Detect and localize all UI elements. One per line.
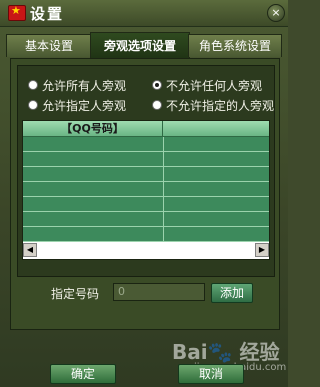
list-grid	[23, 121, 269, 242]
horizontal-scrollbar[interactable]: ◀ ▶	[23, 243, 269, 257]
specify-number-label: 指定号码	[51, 287, 100, 301]
tab-role-system-settings[interactable]: 角色系统设置	[188, 34, 282, 57]
title-bar[interactable]: 设置 ×	[0, 0, 288, 27]
specify-number-row: 指定号码 0 添加	[17, 281, 273, 305]
close-button[interactable]: ×	[267, 4, 285, 22]
option-disallow-specified[interactable]: 不允许指定的人旁观	[152, 96, 274, 114]
qq-number-input[interactable]: 0	[113, 283, 205, 301]
watermark-logo-text: Bai🐾 经验	[172, 340, 280, 364]
list-header: 【QQ号码】	[23, 121, 269, 137]
list-row[interactable]	[23, 167, 269, 182]
tab-bar: 基本设置 旁观选项设置 角色系统设置	[2, 32, 286, 59]
list-row[interactable]	[23, 212, 269, 227]
list-row[interactable]	[23, 227, 269, 242]
scroll-track[interactable]	[37, 243, 255, 257]
list-row[interactable]	[23, 152, 269, 167]
add-button[interactable]: 添加	[211, 283, 253, 303]
radio-disallow-any[interactable]	[152, 80, 162, 90]
radio-allow-all[interactable]	[28, 80, 38, 90]
option-disallow-any-label: 不允许任何人旁观	[166, 78, 263, 93]
option-allow-all-label: 允许所有人旁观	[42, 78, 127, 93]
settings-window: 设置 × 基本设置 旁观选项设置 角色系统设置 允许所有人旁观 不允许任何人旁观…	[0, 0, 288, 387]
tab-spectate-options[interactable]: 旁观选项设置	[90, 32, 190, 59]
qq-number-list[interactable]: 【QQ号码】 ◀ ▶	[22, 120, 270, 260]
option-disallow-specified-label: 不允许指定的人旁观	[166, 98, 275, 113]
list-row[interactable]	[23, 197, 269, 212]
spectate-options-panel: 允许所有人旁观 不允许任何人旁观 允许指定人旁观 不允许指定的人旁观 【QQ号码…	[10, 58, 280, 330]
radio-disallow-specified[interactable]	[152, 100, 162, 110]
column-divider	[163, 121, 164, 241]
scroll-right-icon[interactable]: ▶	[255, 243, 269, 257]
radio-allow-specified[interactable]	[28, 100, 38, 110]
cancel-button[interactable]: 取消	[178, 364, 244, 384]
option-disallow-any[interactable]: 不允许任何人旁观	[152, 76, 262, 94]
window-title: 设置	[30, 5, 65, 23]
ok-button[interactable]: 确定	[50, 364, 116, 384]
option-allow-specified-label: 允许指定人旁观	[42, 98, 127, 113]
scroll-left-icon[interactable]: ◀	[23, 243, 37, 257]
option-allow-all[interactable]: 允许所有人旁观	[28, 76, 126, 94]
list-row[interactable]	[23, 137, 269, 152]
options-area: 允许所有人旁观 不允许任何人旁观 允许指定人旁观 不允许指定的人旁观 【QQ号码…	[17, 65, 275, 277]
column-header-qq-number[interactable]: 【QQ号码】	[23, 121, 163, 136]
tab-basic-settings[interactable]: 基本设置	[6, 34, 92, 57]
option-allow-specified[interactable]: 允许指定人旁观	[28, 96, 126, 114]
flag-icon	[8, 4, 26, 21]
list-row[interactable]	[23, 182, 269, 197]
